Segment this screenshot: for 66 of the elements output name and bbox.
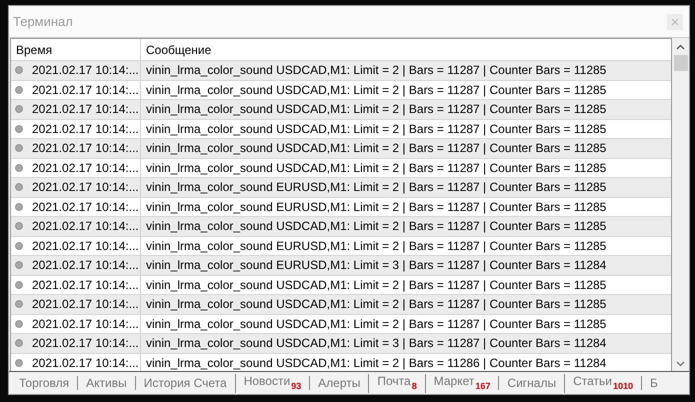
table-cell: vinin_lrma_color_sound USDCAD,M1: Limit = 2 | Bars = 11287 | Counter Bars = 11285 xyxy=(146,160,606,175)
table-cell: vinin_lrma_color_sound USDCAD,M1: Limit = 2 | Bars = 11286 | Counter Bars = 11284 xyxy=(146,356,606,370)
table-cell: 2021.02.17 10:14:... xyxy=(32,63,139,78)
table-cell: 2021.02.17 10:14:... xyxy=(32,258,139,272)
window-title: Терминал xyxy=(13,14,73,29)
status-dot-icon xyxy=(15,320,23,328)
status-dot-icon xyxy=(15,280,23,289)
close-button[interactable] xyxy=(667,14,683,30)
table-cell: 2021.02.17 10:14:... xyxy=(32,102,139,116)
table-cell: 2021.02.17 10:14:... xyxy=(32,238,139,253)
tab[interactable]: Статьи$_{1010}$ xyxy=(564,374,642,392)
table-cell: vinin_lrma_color_sound EURUSD,M1: Limit = 2 | Bars = 11287 | Counter Bars = 11285 xyxy=(146,200,606,214)
tab[interactable]: Алерты xyxy=(309,376,368,390)
table-cell: vinin_lrma_color_sound USDCAD,M1: Limit = 2 | Bars = 11287 | Counter Bars = 11285 xyxy=(146,316,606,331)
table-cell: vinin_lrma_color_sound USDCAD,M1: Limit = 2 | Bars = 11287 | Counter Bars = 11285 xyxy=(146,141,606,156)
tab[interactable]: История Счета xyxy=(134,376,235,390)
scroll-down-icon[interactable] xyxy=(676,361,685,367)
status-dot-icon xyxy=(15,86,23,94)
table-cell: vinin_lrma_color_sound USDCAD,M1: Limit = 2 | Bars = 11287 | Counter Bars = 11285 xyxy=(146,122,606,136)
status-dot-icon xyxy=(15,124,23,133)
table-cell: 2021.02.17 10:14:... xyxy=(32,200,139,214)
table-cell: 2021.02.17 10:14:... xyxy=(32,82,139,97)
status-dot-icon xyxy=(15,300,23,308)
table-cell: 2021.02.17 10:14:... xyxy=(32,316,139,331)
tab[interactable]: Маркет$_{167}$ xyxy=(424,374,498,392)
status-dot-icon xyxy=(15,202,23,211)
tab[interactable]: Активы xyxy=(77,376,135,390)
table-cell: 2021.02.17 10:14:... xyxy=(32,141,139,156)
table-cell: 2021.02.17 10:14:... xyxy=(32,356,139,370)
tab[interactable]: Б xyxy=(641,376,666,390)
table-cell: 2021.02.17 10:14:... xyxy=(32,122,139,136)
table-cell: vinin_lrma_color_sound USDCAD,M1: Limit = 2 | Bars = 11287 | Counter Bars = 11285 xyxy=(146,297,606,312)
table-cell: 2021.02.17 10:14:... xyxy=(32,180,139,194)
column-header[interactable]: Время xyxy=(11,39,141,60)
table-cell: vinin_lrma_color_sound USDCAD,M1: Limit = 2 | Bars = 11287 | Counter Bars = 11285 xyxy=(146,82,606,97)
table-cell: vinin_lrma_color_sound USDCAD,M1: Limit = 2 | Bars = 11287 | Counter Bars = 11285 xyxy=(146,278,606,292)
status-dot-icon xyxy=(15,144,23,152)
status-dot-icon xyxy=(15,358,23,367)
column-header[interactable]: Сообщение xyxy=(141,39,671,60)
table-cell: vinin_lrma_color_sound USDCAD,M1: Limit = 3 | Bars = 11287 | Counter Bars = 11284 xyxy=(146,336,606,350)
status-dot-icon xyxy=(15,339,23,348)
status-dot-icon xyxy=(15,222,23,230)
table-cell: vinin_lrma_color_sound EURUSD,M1: Limit = 2 | Bars = 11287 | Counter Bars = 11285 xyxy=(146,238,606,253)
status-dot-icon xyxy=(15,66,23,74)
tab[interactable]: Сигналы xyxy=(498,376,564,390)
status-dot-icon xyxy=(15,105,23,114)
table-cell: vinin_lrma_color_sound USDCAD,M1: Limit = 2 | Bars = 11287 | Counter Bars = 11285 xyxy=(146,102,606,116)
scrollbar-thumb[interactable] xyxy=(674,55,688,71)
tab[interactable]: Новости$_{93}$ xyxy=(234,374,310,392)
table-cell: vinin_lrma_color_sound USDCAD,M1: Limit = 2 | Bars = 11287 | Counter Bars = 11285 xyxy=(146,219,606,234)
table-cell: 2021.02.17 10:14:... xyxy=(32,278,139,292)
scroll-up-icon[interactable] xyxy=(676,44,685,50)
table-cell: vinin_lrma_color_sound EURUSD,M1: Limit = 3 | Bars = 11287 | Counter Bars = 11284 xyxy=(146,258,606,272)
tab[interactable]: Торговля xyxy=(9,376,78,390)
status-dot-icon xyxy=(15,261,23,270)
status-dot-icon xyxy=(15,242,23,250)
table-cell: vinin_lrma_color_sound EURUSD,M1: Limit = 2 | Bars = 11287 | Counter Bars = 11285 xyxy=(146,180,606,194)
table-cell: 2021.02.17 10:14:... xyxy=(32,160,139,175)
close-icon xyxy=(671,18,679,26)
tab[interactable]: Почта$_{8}$ xyxy=(368,374,425,392)
table-cell: 2021.02.17 10:14:... xyxy=(32,336,139,350)
table-cell: 2021.02.17 10:14:... xyxy=(32,219,139,234)
table-cell: vinin_lrma_color_sound USDCAD,M1: Limit = 2 | Bars = 11287 | Counter Bars = 11285 xyxy=(146,63,606,78)
table-cell: 2021.02.17 10:14:... xyxy=(32,297,139,312)
status-dot-icon xyxy=(15,183,23,192)
status-dot-icon xyxy=(15,164,23,172)
